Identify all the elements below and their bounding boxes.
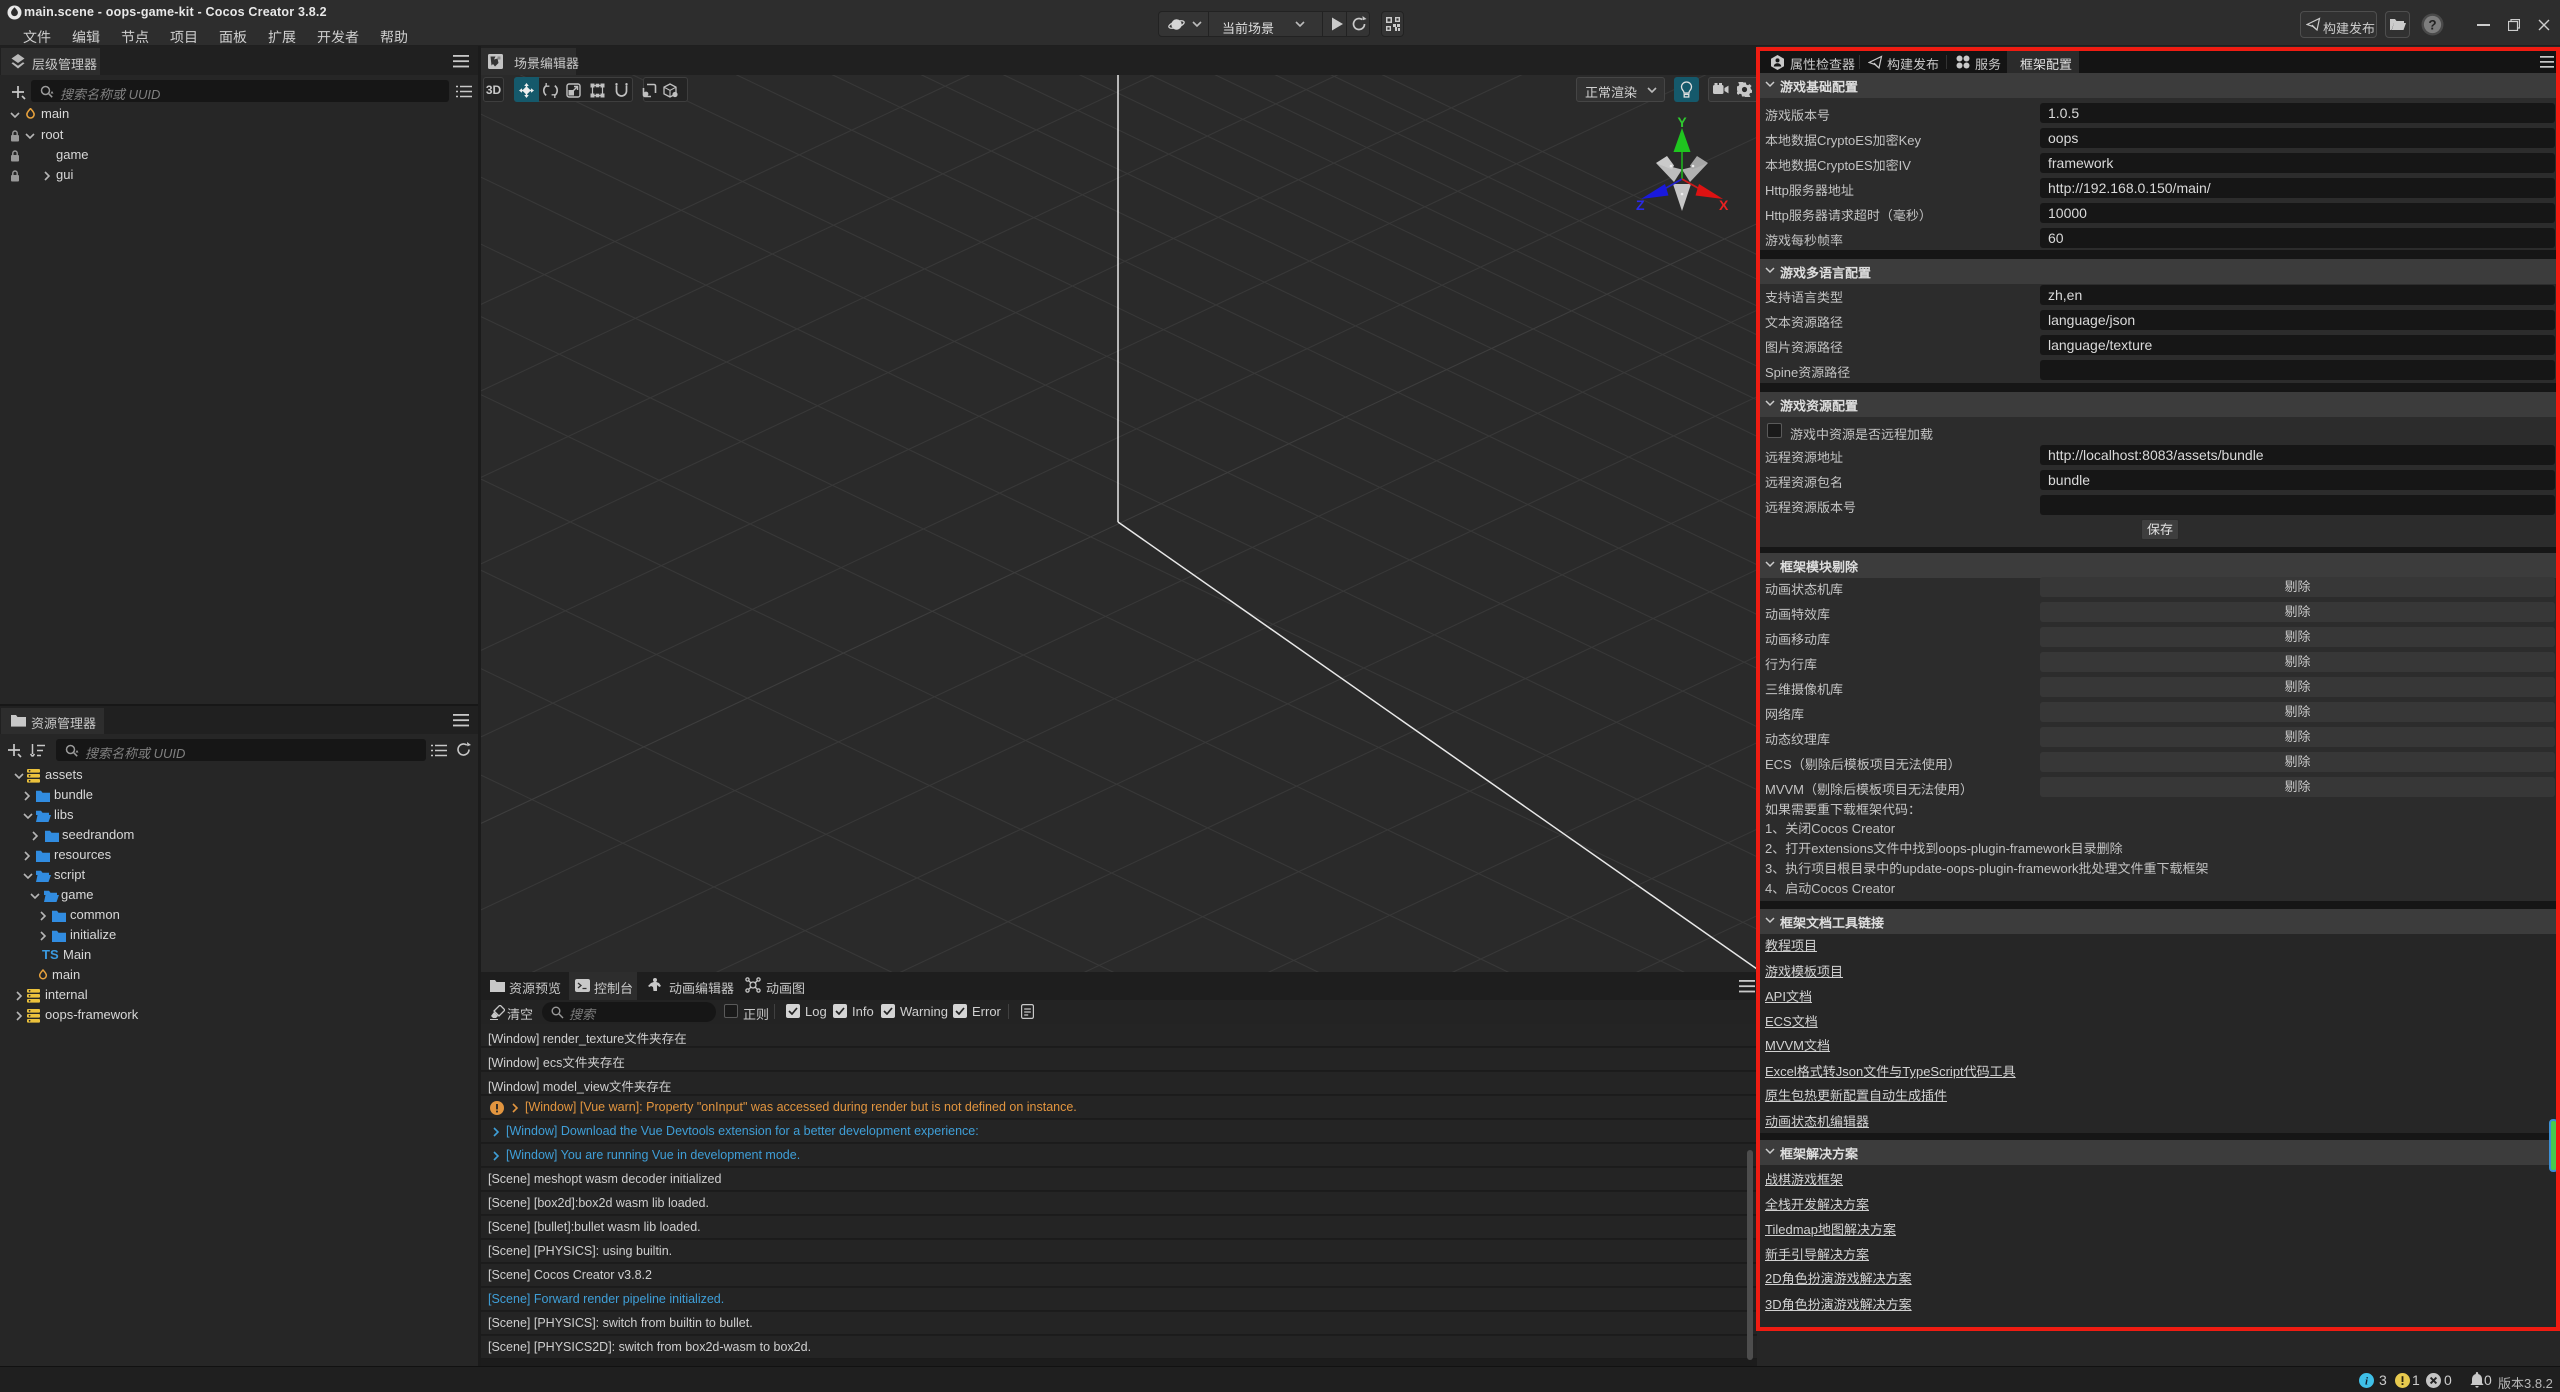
svg-text:X: X (1719, 197, 1729, 213)
svg-text:Y: Y (1677, 117, 1687, 130)
svg-text:?: ? (2428, 17, 2436, 32)
svg-text:Z: Z (1636, 197, 1645, 213)
